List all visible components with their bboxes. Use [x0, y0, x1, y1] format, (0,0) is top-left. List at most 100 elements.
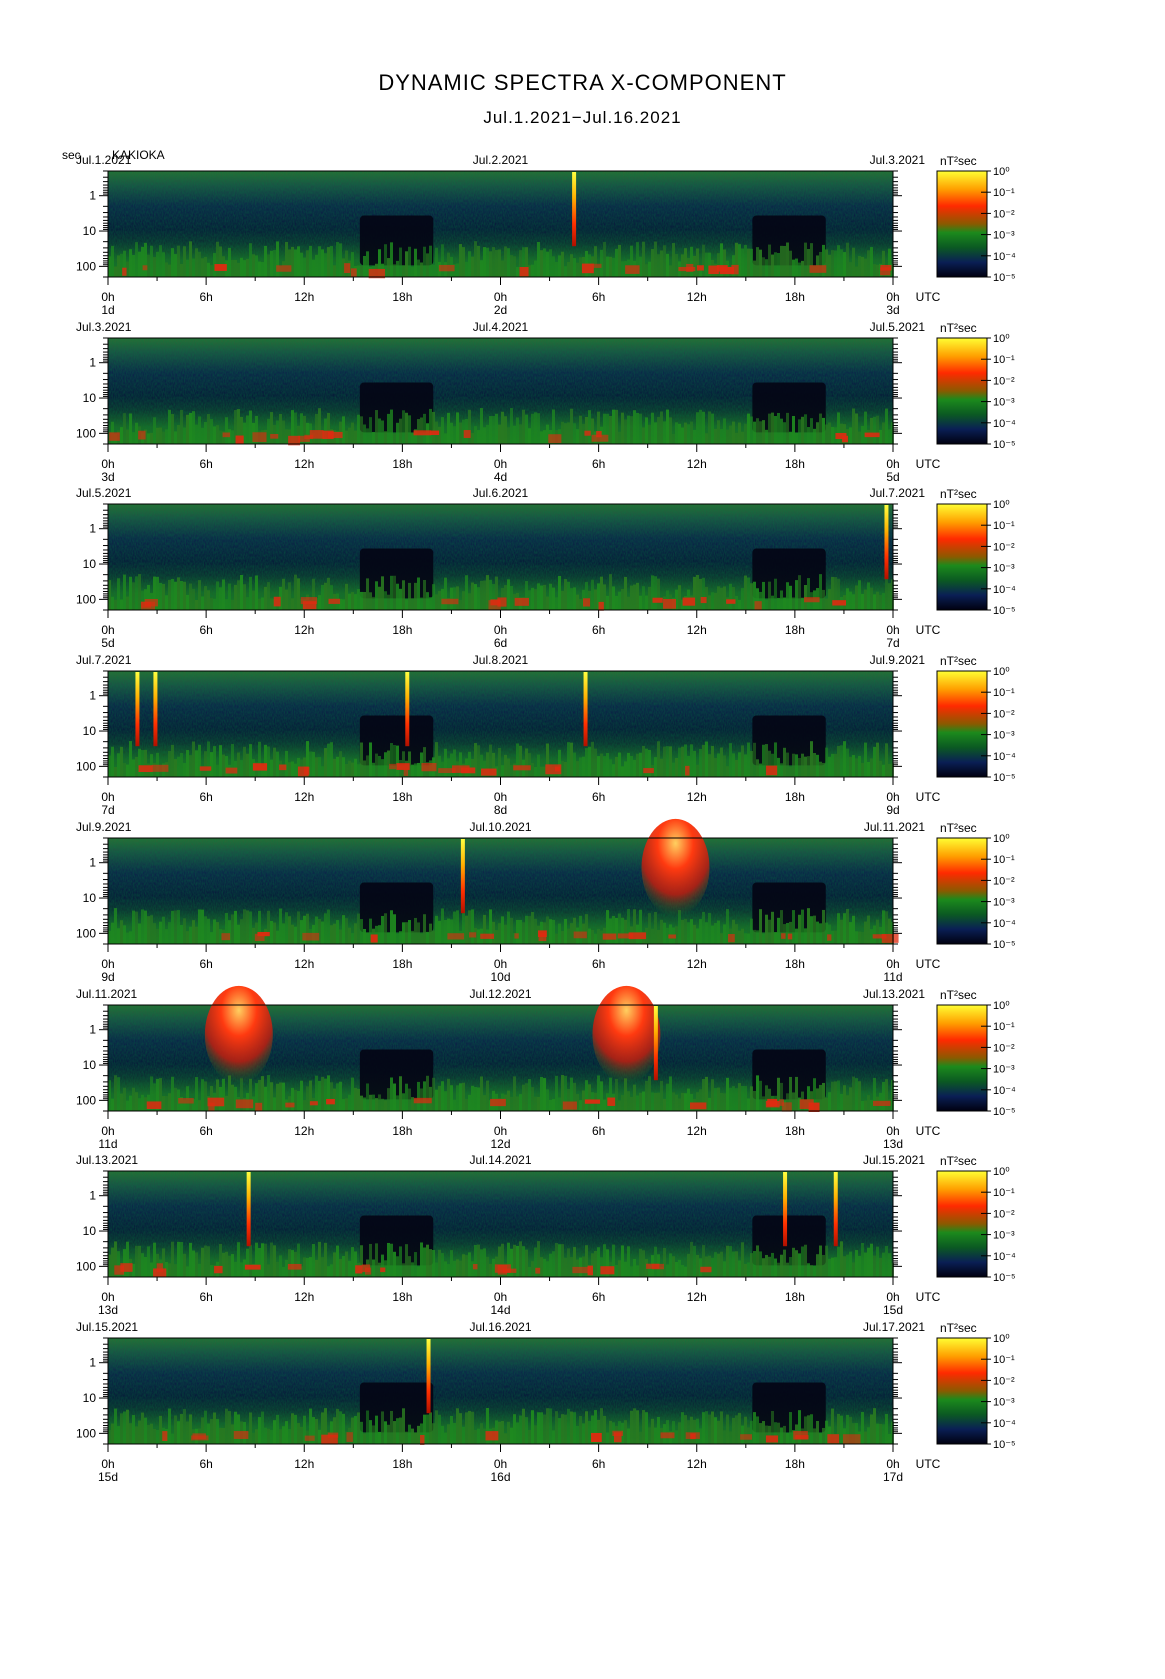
- power-column: [648, 1427, 651, 1444]
- power-column: [795, 432, 798, 444]
- power-column: [243, 260, 246, 277]
- power-column: [471, 582, 474, 610]
- power-column: [750, 1086, 753, 1111]
- power-column: [618, 752, 621, 777]
- power-column: [783, 422, 786, 444]
- power-column: [558, 575, 561, 610]
- colorbar: nT²sec10⁰10⁻¹10⁻²10⁻³10⁻⁴10⁻⁵: [936, 154, 1016, 284]
- power-column: [246, 910, 249, 944]
- power-column: [471, 1085, 474, 1111]
- power-column: [255, 1429, 258, 1444]
- power-column: [525, 915, 528, 944]
- power-column: [795, 1076, 798, 1111]
- power-column: [804, 414, 807, 444]
- power-column: [777, 253, 780, 277]
- power-column: [615, 595, 618, 610]
- power-column: [567, 1408, 570, 1444]
- utc-label: UTC: [916, 623, 941, 637]
- power-speck: [514, 597, 529, 606]
- power-column: [618, 913, 621, 944]
- power-column: [225, 756, 228, 777]
- power-column: [237, 752, 240, 777]
- power-column: [678, 1422, 681, 1444]
- power-column: [696, 248, 699, 277]
- power-column: [672, 1092, 675, 1111]
- power-column: [375, 410, 378, 444]
- power-column: [594, 1250, 597, 1277]
- x-tick-label: 6h: [592, 290, 605, 304]
- power-column: [450, 919, 453, 944]
- panel-mid-date: Jul.14.2021: [469, 1153, 531, 1167]
- power-column: [528, 428, 531, 444]
- power-speck: [429, 430, 440, 436]
- power-column: [762, 1096, 765, 1111]
- power-column: [168, 409, 171, 444]
- power-column: [666, 253, 669, 277]
- power-column: [684, 248, 687, 277]
- power-column: [462, 1254, 465, 1277]
- power-column: [426, 592, 429, 610]
- power-column: [138, 1098, 141, 1111]
- power-column: [237, 262, 240, 277]
- power-column: [294, 574, 297, 610]
- power-column: [717, 586, 720, 610]
- colorbar: nT²sec10⁰10⁻¹10⁻²10⁻³10⁻⁴10⁻⁵: [936, 487, 1016, 617]
- power-column: [285, 750, 288, 777]
- power-column: [717, 753, 720, 777]
- power-column: [780, 418, 783, 444]
- power-column: [150, 432, 153, 444]
- power-column: [129, 1095, 132, 1111]
- power-column: [843, 1256, 846, 1277]
- power-column: [750, 750, 753, 777]
- power-column: [828, 1258, 831, 1277]
- power-column: [351, 422, 354, 444]
- power-column: [603, 756, 606, 777]
- power-column: [150, 915, 153, 944]
- power-column: [783, 747, 786, 777]
- power-column: [162, 916, 165, 944]
- power-column: [183, 763, 186, 777]
- power-column: [540, 1257, 543, 1277]
- power-column: [648, 261, 651, 277]
- power-column: [789, 1257, 792, 1277]
- power-column: [747, 248, 750, 277]
- power-column: [132, 1415, 135, 1444]
- power-column: [720, 429, 723, 444]
- power-column: [135, 1426, 138, 1444]
- colorbar-unit: nT²sec: [940, 1321, 977, 1335]
- power-column: [174, 581, 177, 610]
- day-label: 1d: [101, 303, 114, 317]
- power-column: [297, 911, 300, 944]
- power-column: [564, 918, 567, 944]
- power-column: [321, 1076, 324, 1111]
- power-column: [432, 584, 435, 610]
- power-column: [546, 1408, 549, 1444]
- power-column: [435, 1410, 438, 1444]
- power-column: [297, 1090, 300, 1111]
- power-column: [873, 1078, 876, 1111]
- power-speck: [591, 1432, 602, 1443]
- power-column: [618, 244, 621, 277]
- power-column: [516, 1096, 519, 1111]
- power-column: [483, 427, 486, 444]
- power-column: [438, 590, 441, 610]
- power-column: [744, 1416, 747, 1444]
- power-column: [807, 756, 810, 777]
- power-column: [471, 1411, 474, 1444]
- power-column: [711, 592, 714, 610]
- power-column: [483, 1095, 486, 1111]
- panel-start-date: Jul.9.2021: [76, 820, 132, 834]
- power-column: [285, 241, 288, 277]
- power-column: [429, 1249, 432, 1277]
- power-column: [783, 1425, 786, 1444]
- power-column: [588, 928, 591, 944]
- power-column: [225, 1095, 228, 1111]
- power-column: [534, 766, 537, 777]
- y-tick-label: 10: [83, 557, 97, 571]
- power-column: [231, 260, 234, 277]
- power-column: [477, 929, 480, 944]
- power-column: [270, 1429, 273, 1444]
- power-column: [327, 909, 330, 944]
- power-column: [855, 758, 858, 777]
- power-column: [411, 764, 414, 777]
